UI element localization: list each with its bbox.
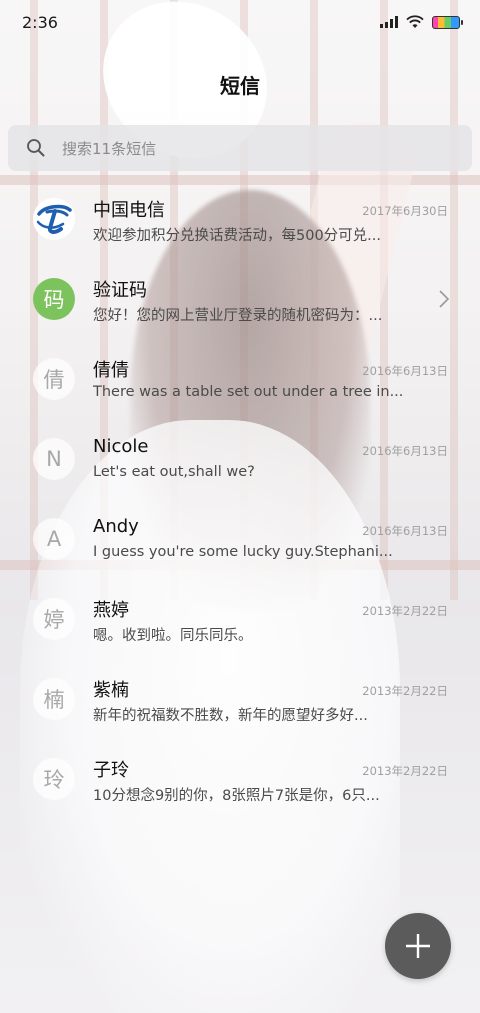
wifi-icon xyxy=(406,15,424,28)
contact-avatar: N xyxy=(33,438,75,480)
message-preview: 嗯。收到啦。同乐同乐。 xyxy=(93,628,253,644)
conversation-row[interactable]: N Nicole 2016年6月13日 Let's eat out,shall … xyxy=(0,420,480,500)
message-preview: 10分想念9别的你，8张照片7张是你，6只... xyxy=(93,788,380,804)
message-preview: 欢迎参加积分兑换话费活动，每500分可兑... xyxy=(93,228,382,244)
message-preview: 新年的祝福数不胜数，新年的愿望好多好... xyxy=(93,708,368,724)
message-preview: Let's eat out,shall we? xyxy=(93,464,255,480)
message-date: 2013年2月22日 xyxy=(362,684,448,698)
message-date: 2016年6月13日 xyxy=(362,524,448,538)
battery-icon xyxy=(432,15,463,29)
message-date: 2013年2月22日 xyxy=(362,764,448,778)
conversation-list: 中国电信 2017年6月30日 欢迎参加积分兑换话费活动，每500分可兑... … xyxy=(0,180,480,820)
message-preview: There was a table set out under a tree i… xyxy=(93,384,403,400)
message-date: 2013年2月22日 xyxy=(362,604,448,618)
conversation-row[interactable]: A Andy 2016年6月13日 I guess you're some lu… xyxy=(0,500,480,580)
search-icon xyxy=(26,138,46,158)
contact-name: 紫楠 xyxy=(93,680,129,701)
plus-icon xyxy=(406,934,430,958)
message-preview: 您好！您的网上营业厅登录的随机密码为：... xyxy=(93,308,383,324)
status-time: 2:36 xyxy=(22,12,58,32)
conversation-row[interactable]: 码 验证码 您好！您的网上营业厅登录的随机密码为：... xyxy=(0,260,480,340)
message-date: 2017年6月30日 xyxy=(362,204,448,218)
contact-avatar: 玲 xyxy=(33,758,75,800)
signal-icon xyxy=(380,16,398,28)
conversation-row[interactable]: 倩 倩倩 2016年6月13日 There was a table set ou… xyxy=(0,340,480,420)
contact-name: 中国电信 xyxy=(93,200,165,221)
conversation-row[interactable]: 玲 子玲 2013年2月22日 10分想念9别的你，8张照片7张是你，6只... xyxy=(0,740,480,820)
contact-name: 燕婷 xyxy=(93,600,129,621)
search-bar[interactable]: 搜索11条短信 xyxy=(8,125,472,171)
contact-avatar: 楠 xyxy=(33,678,75,720)
conversation-row[interactable]: 中国电信 2017年6月30日 欢迎参加积分兑换话费活动，每500分可兑... xyxy=(0,180,480,260)
contact-name: 验证码 xyxy=(93,280,147,301)
conversation-row[interactable]: 楠 紫楠 2013年2月22日 新年的祝福数不胜数，新年的愿望好多好... xyxy=(0,660,480,740)
contact-name: 子玲 xyxy=(93,760,129,781)
contact-name: 倩倩 xyxy=(93,360,129,381)
compose-button[interactable] xyxy=(385,913,451,979)
conversation-row[interactable]: 婷 燕婷 2013年2月22日 嗯。收到啦。同乐同乐。 xyxy=(0,580,480,660)
contact-name: Nicole xyxy=(93,436,149,457)
message-date: 2016年6月13日 xyxy=(362,364,448,378)
status-icons xyxy=(380,15,463,29)
message-date: 2016年6月13日 xyxy=(362,444,448,458)
page-title: 短信 xyxy=(220,74,260,98)
chevron-right-icon[interactable] xyxy=(438,289,450,309)
message-preview: I guess you're some lucky guy.Stephani..… xyxy=(93,544,393,560)
contact-name: Andy xyxy=(93,516,139,537)
contact-avatar: 码 xyxy=(33,278,75,320)
china-telecom-logo-icon xyxy=(33,198,75,240)
search-placeholder: 搜索11条短信 xyxy=(62,139,157,158)
status-bar: 2:36 xyxy=(0,0,480,52)
contact-avatar: 倩 xyxy=(33,358,75,400)
contact-avatar: A xyxy=(33,518,75,560)
contact-avatar: 婷 xyxy=(33,598,75,640)
